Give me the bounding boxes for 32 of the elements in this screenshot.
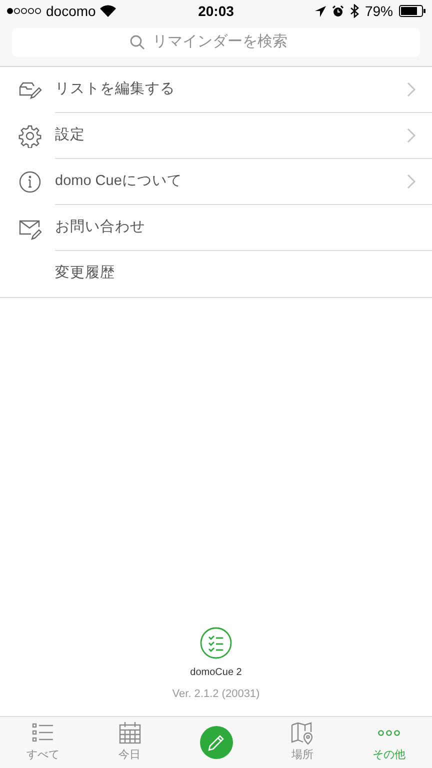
- carrier-name: docomo: [46, 2, 96, 20]
- menu-item[interactable]: 変更履歴: [0, 251, 432, 297]
- compose-button[interactable]: [200, 726, 233, 759]
- menu-label: お問い合わせ: [55, 218, 146, 237]
- battery-icon: [399, 5, 426, 17]
- alarm-icon: [332, 5, 344, 17]
- info-icon: [18, 170, 42, 194]
- wifi-icon: [100, 5, 116, 17]
- checklist-logo-icon: [200, 626, 232, 658]
- location-arrow-icon: [314, 6, 326, 16]
- search-field[interactable]: リマインダーを検索: [152, 31, 302, 54]
- menu-label: 変更履歴: [55, 264, 116, 284]
- menu-item[interactable]: domo Cueについて: [0, 159, 432, 205]
- menu-item[interactable]: お問い合わせ: [0, 205, 432, 251]
- signal-icon: [6, 7, 42, 15]
- search-bar[interactable]: リマインダーを検索: [12, 28, 420, 57]
- calendar-icon: [116, 721, 143, 746]
- map-pin-icon: [289, 721, 316, 746]
- status-time: 20:03: [198, 2, 234, 20]
- menu-label: 設定: [55, 126, 86, 145]
- menu-item[interactable]: リストを編集する: [0, 67, 432, 113]
- menu-label: リストを編集する: [55, 80, 176, 99]
- pencil-icon: [207, 734, 226, 752]
- more-icon: [378, 730, 400, 736]
- search-icon: [130, 35, 144, 50]
- bluetooth-icon: [350, 4, 359, 18]
- settings-icon: [18, 124, 42, 148]
- menu-item[interactable]: 設定: [0, 113, 432, 159]
- app-version: Ver. 2.1.2 (20031): [172, 686, 260, 702]
- menu-label: domo Cueについて: [55, 172, 183, 191]
- battery-percent: 79%: [364, 2, 393, 20]
- app-name: domoCue 2: [190, 666, 242, 680]
